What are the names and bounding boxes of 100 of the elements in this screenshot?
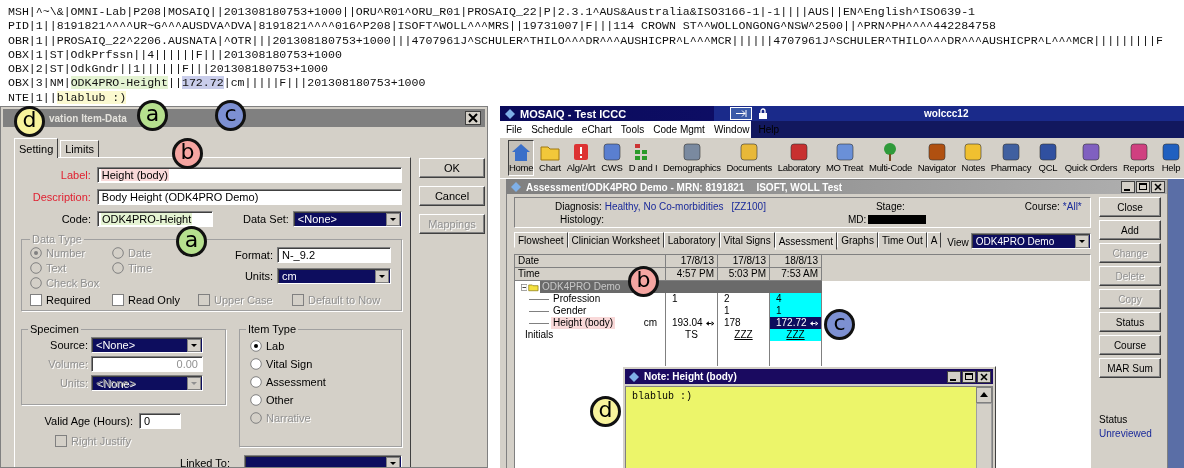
table-cell[interactable]: ZZZ (770, 329, 822, 341)
toolbar-button[interactable]: Pharmacy (989, 140, 1033, 176)
dropdown[interactable]: cm (277, 268, 391, 284)
input-field[interactable]: ODK4PRO-Height (97, 211, 213, 227)
field-label: Valid Age (Hours): (43, 415, 133, 427)
close-icon[interactable] (977, 370, 991, 383)
side-button[interactable]: Status (1099, 312, 1161, 332)
close-icon[interactable] (1151, 181, 1165, 193)
input-field[interactable]: Height (body) (96, 167, 402, 183)
menu-item[interactable]: Code Mgmt (653, 124, 705, 135)
radio-button[interactable] (250, 394, 262, 406)
toolbar-button[interactable]: Notes (960, 140, 986, 176)
side-button[interactable]: Add (1099, 220, 1161, 240)
toolbar-button[interactable]: Multi-Code (868, 140, 913, 176)
table-cell[interactable]: 1 (770, 305, 822, 317)
radio-label: Narrative (266, 412, 311, 424)
field-label: Label: (59, 169, 91, 181)
minimize-icon[interactable] (947, 370, 961, 383)
dropdown[interactable] (244, 455, 402, 467)
table-cell[interactable]: TS (666, 329, 718, 341)
menu-item[interactable]: Window (713, 124, 750, 135)
dialog-button[interactable]: Cancel (419, 186, 485, 206)
caret-icon (187, 339, 201, 352)
dropdown[interactable]: ODK4PRO Demo (970, 233, 1091, 249)
menu-item[interactable]: eChart (581, 124, 612, 135)
tab[interactable]: Vital Signs (719, 232, 775, 248)
field-label: Format: (235, 249, 273, 261)
table-cell[interactable]: 4 (770, 293, 822, 305)
window-title: Assessment/ODK4PRO Demo - MRN: 8191821 (526, 181, 745, 193)
toolbar-button[interactable]: D and I (627, 140, 659, 176)
radio-button[interactable] (250, 376, 262, 388)
scrollbar[interactable] (976, 387, 992, 468)
checkbox[interactable] (30, 294, 42, 306)
hl7-text: 172.72 (181, 76, 224, 90)
checkbox[interactable] (112, 294, 124, 306)
toolbar-button[interactable]: Alg/Alrt (565, 140, 597, 176)
minimize-icon[interactable] (1121, 181, 1135, 193)
maximize-icon[interactable] (1136, 181, 1150, 193)
radio-button[interactable] (250, 340, 262, 352)
tile-icon (1159, 142, 1182, 162)
menu-item[interactable]: File (506, 124, 523, 135)
side-button[interactable]: MAR Sum (1099, 358, 1161, 378)
note-text[interactable]: blablub :) (632, 391, 692, 403)
tab[interactable]: Setting (14, 138, 59, 158)
table-cell[interactable]: 172.72 (770, 317, 822, 329)
toolbar-button[interactable]: Reports (1121, 140, 1156, 176)
toolbar-button[interactable]: Home (508, 140, 535, 176)
close-icon[interactable] (465, 111, 481, 125)
collapse-icon[interactable] (521, 282, 528, 292)
toolbar-button[interactable]: Documents (725, 140, 773, 176)
dialog-button[interactable]: OK (419, 158, 485, 178)
toolbar-button[interactable]: QCL (1035, 140, 1060, 176)
toolbar-button[interactable]: MO Treat (825, 140, 865, 176)
tab[interactable]: Assessment (774, 232, 838, 250)
window-icon (510, 181, 522, 193)
toolbar-button[interactable]: Demographics (662, 140, 722, 176)
field-label: Histology: (560, 214, 604, 225)
tab[interactable]: Time Out (877, 232, 927, 248)
tree-line (529, 298, 549, 300)
radio-label: Lab (266, 340, 285, 352)
dropdown[interactable]: <None> (91, 337, 203, 353)
side-button[interactable]: Close (1099, 197, 1161, 217)
double-arrow-icon (809, 320, 818, 326)
toolbar-button[interactable]: Navigator (916, 140, 957, 176)
toolbar-button[interactable]: Help (1158, 140, 1183, 176)
radio-button[interactable] (250, 358, 262, 370)
tile-icon (1079, 142, 1102, 162)
diagnosis-code: [ZZ100] (731, 201, 766, 212)
hl7-text: |cm|||||F|||201308180753+1000 (223, 76, 426, 90)
tile-icon (999, 142, 1022, 162)
tab[interactable]: Graphs (837, 232, 878, 248)
tab[interactable]: Laboratory (663, 232, 720, 248)
menu-item[interactable]: Schedule (531, 124, 573, 135)
course-value: *All* (1062, 201, 1082, 212)
caret-icon (187, 377, 201, 390)
row-label: Initials (524, 329, 555, 341)
tab[interactable]: Flowsheet (514, 232, 568, 248)
field-label: Course: (1024, 201, 1060, 212)
dropdown[interactable]: <None> (292, 211, 402, 227)
table-cell[interactable]: 1 (666, 293, 718, 305)
side-button[interactable]: Course (1099, 335, 1161, 355)
input-field[interactable]: 0 (139, 413, 181, 429)
group-label: Item Type (247, 323, 298, 335)
table-cell[interactable]: 193.04 (666, 317, 718, 329)
menu-item[interactable]: Tools (620, 124, 645, 135)
radio-label: Other (266, 394, 294, 406)
toolbar-button[interactable]: Chart (538, 140, 562, 176)
input-field[interactable]: N-_9.2 (277, 247, 391, 263)
input-field[interactable]: Body Height (ODK4PRO Demo) (96, 189, 402, 205)
pin-icon[interactable] (730, 107, 752, 120)
toolbar-button[interactable]: CWS (599, 140, 624, 176)
toolbar-button[interactable]: Laboratory (776, 140, 822, 176)
caret-icon (1075, 235, 1089, 248)
tab[interactable]: Limits (60, 140, 99, 157)
tab[interactable]: Clinician Worksheet (567, 232, 664, 248)
workstation-name: wolccc12 (924, 108, 969, 119)
radio-label: Number (46, 247, 86, 259)
maximize-icon[interactable] (962, 370, 976, 383)
toolbar-button[interactable]: Quick Orders (1063, 140, 1119, 176)
column-header: 7:53 AM (770, 268, 822, 281)
